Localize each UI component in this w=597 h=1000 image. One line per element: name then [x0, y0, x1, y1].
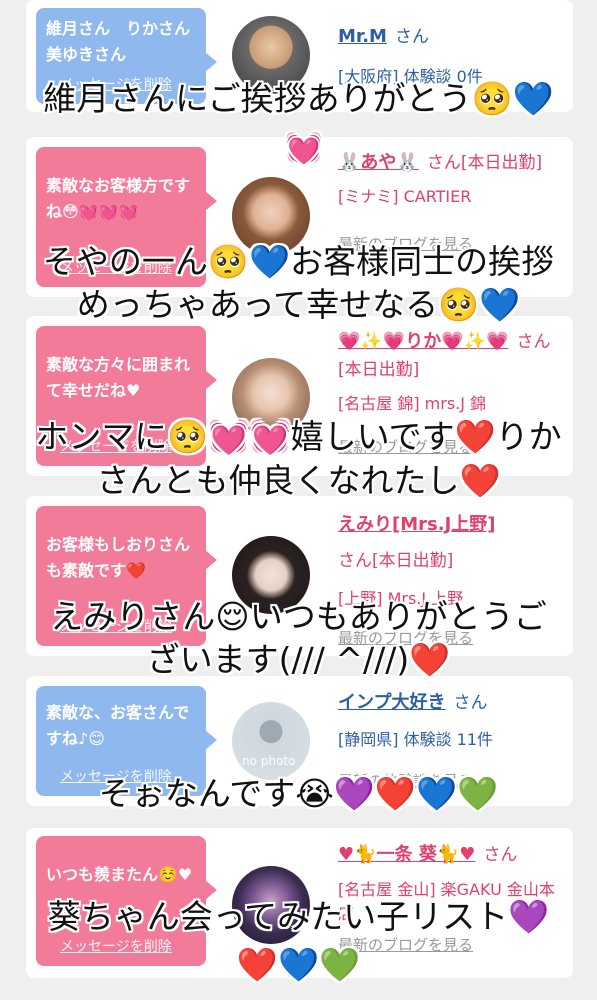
overlay-caption: 維月さんにご挨拶ありがとう🥺💙: [43, 79, 554, 118]
message-text: 素敵な、お客さんですね♪😊: [46, 703, 190, 748]
message-text: いつも羨またん☺️♥: [46, 865, 193, 884]
message-text: お客様もしおりさんも素敵です❤️: [46, 535, 191, 580]
no-photo-label: no photo: [242, 754, 296, 768]
overlay-caption: そやの一ん🥺💙お客様同士の挨拶: [42, 242, 555, 281]
overlay-caption: ホンマに🥺💓💓嬉しいです❤️りか: [35, 417, 562, 456]
shop-tag[interactable]: [名古屋 錦] mrs.J 錦: [338, 390, 566, 414]
avatar[interactable]: no photo: [232, 702, 310, 780]
user-name-link[interactable]: 🐰あや🐰: [338, 152, 419, 173]
honorific: さん: [453, 693, 488, 713]
message-text: 維月さん りかさん 美ゆきさん: [46, 19, 207, 64]
user-name-link[interactable]: Mr.M: [338, 26, 387, 47]
user-name-link[interactable]: ♥🐈一条 葵🐈♥: [338, 844, 475, 865]
honorific: さん[本日出勤]: [426, 153, 543, 173]
user-name-link[interactable]: えみり[Mrs.J上野]: [338, 514, 496, 535]
user-name-link[interactable]: 💗✨💗りか💗✨💗: [338, 331, 508, 352]
overlay-caption: めっちゃあって幸せなる🥺💙: [76, 285, 521, 324]
message-text: 素敵なお客様方ですね😳💓💓💓: [46, 176, 191, 221]
honorific: さん[本日出勤]: [338, 551, 454, 571]
overlay-caption: えみりさん😌いつもありがとうご: [50, 597, 547, 636]
overlay-caption: さんとも仲良くなれたし❤️: [96, 461, 501, 500]
shop-tag[interactable]: [静岡県] 体験談 11件: [338, 726, 566, 750]
overlay-caption: ざいます(/// ^///)❤️: [146, 640, 451, 679]
message-text: 素敵な方々に囲まれて幸せだね♥: [46, 355, 191, 400]
overlay-caption: 葵ちゃん会ってみたい子リスト💜: [47, 897, 550, 936]
overlay-caption: 💓: [285, 131, 323, 166]
honorific: さん: [394, 27, 429, 47]
shop-tag[interactable]: [ミナミ] CARTIER: [338, 183, 566, 207]
honorific: さん: [483, 845, 518, 865]
overlay-caption: ❤️💙💚: [236, 945, 361, 984]
overlay-caption: そぉなんです😭💜❤️💙💚: [98, 774, 499, 813]
user-name-link[interactable]: インプ大好き: [338, 692, 445, 713]
